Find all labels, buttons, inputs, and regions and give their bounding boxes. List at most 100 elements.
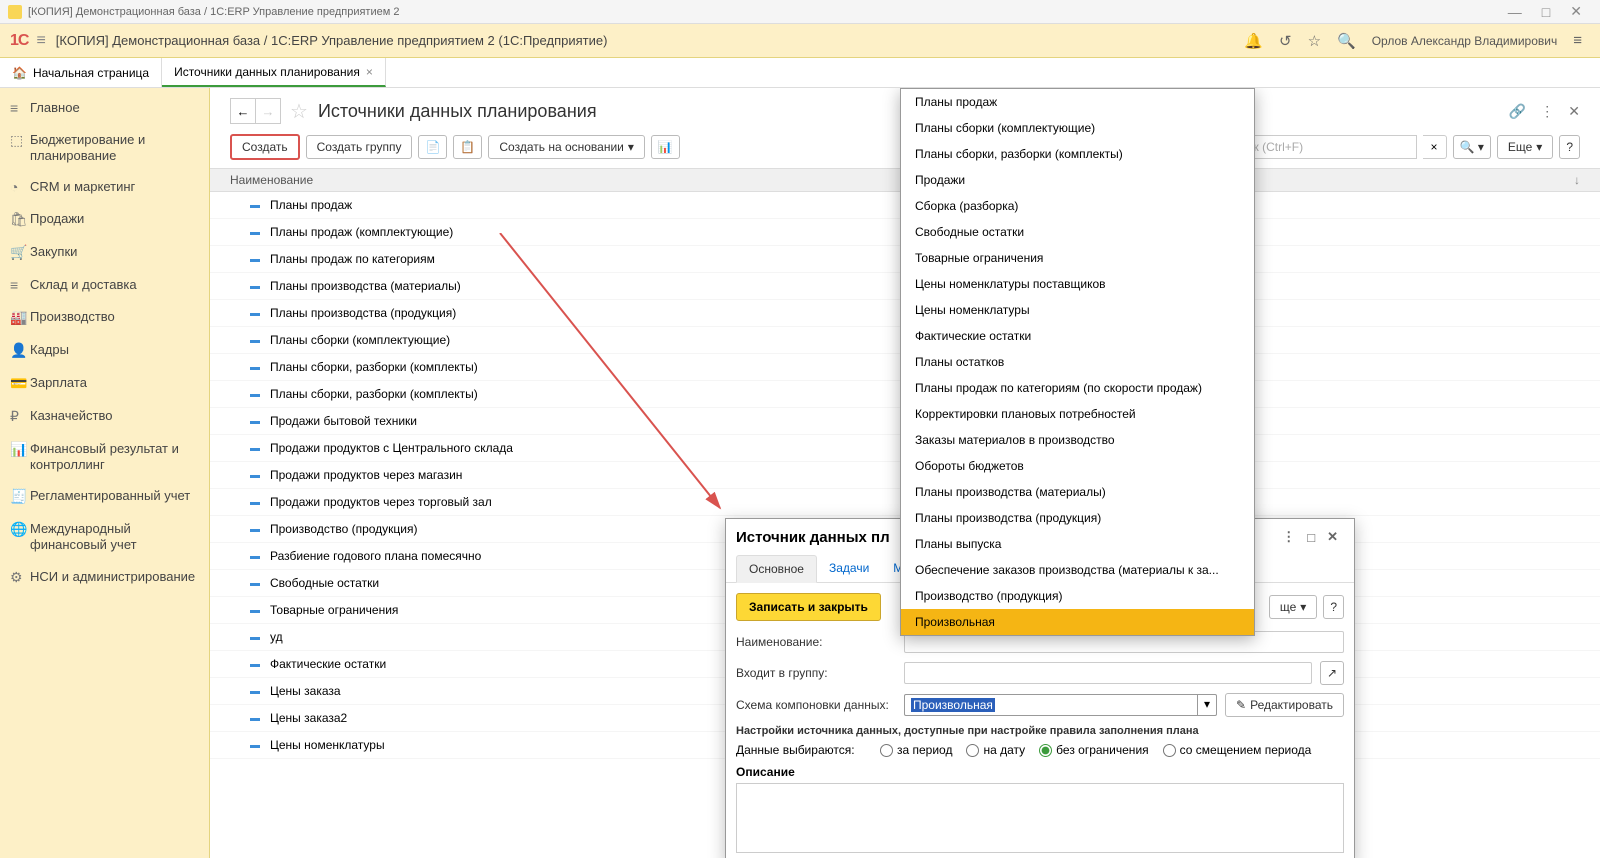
sidebar-item-label: Склад и доставка (30, 277, 199, 293)
radio-offset[interactable]: со смещением периода (1163, 743, 1312, 757)
dialog-tab-tasks[interactable]: Задачи (817, 555, 881, 582)
sidebar-item-icon: 🌐 (10, 521, 30, 538)
more-menu-icon[interactable]: ⋮ (1540, 103, 1554, 120)
dialog-menu-icon[interactable]: ⋮ (1276, 527, 1301, 547)
dropdown-option[interactable]: Обороты бюджетов (901, 453, 1254, 479)
user-name[interactable]: Орлов Александр Владимирович (1364, 34, 1566, 48)
dropdown-option[interactable]: Планы продаж по категориям (по скорости … (901, 375, 1254, 401)
create-group-button[interactable]: Создать группу (306, 135, 413, 159)
copy-button[interactable]: 📄 (418, 135, 447, 159)
sidebar-item[interactable]: ⚙НСИ и администрирование (0, 561, 209, 594)
list-button[interactable]: 📋 (453, 135, 482, 159)
sidebar-item[interactable]: 📊Финансовый результат и контроллинг (0, 433, 209, 480)
dropdown-option[interactable]: Произвольная (901, 609, 1254, 635)
row-label: Планы продаж по категориям (270, 252, 435, 266)
scheme-label: Схема компоновки данных: (736, 698, 896, 712)
sidebar-item-label: Продажи (30, 211, 199, 227)
close-page-icon[interactable]: ✕ (1568, 103, 1580, 120)
more-button[interactable]: Еще ▾ (1497, 135, 1553, 159)
forward-button[interactable]: → (255, 98, 281, 124)
settings-icon[interactable]: ≡ (1565, 28, 1590, 53)
sidebar-item-icon: ◔ (10, 179, 30, 195)
sidebar-item[interactable]: ⬚Бюджетирование и планирование (0, 124, 209, 171)
dropdown-option[interactable]: Продажи (901, 167, 1254, 193)
sidebar-item[interactable]: ◔CRM и маркетинг (0, 171, 209, 203)
dropdown-option[interactable]: Корректировки плановых потребностей (901, 401, 1254, 427)
item-icon: ▬ (250, 605, 270, 616)
row-label: Планы сборки, разборки (комплекты) (270, 387, 478, 401)
dropdown-option[interactable]: Планы выпуска (901, 531, 1254, 557)
save-close-button[interactable]: Записать и закрыть (736, 593, 881, 621)
row-label: Планы производства (продукция) (270, 306, 456, 320)
sidebar-item-icon: 💳 (10, 375, 30, 392)
tab-bar: 🏠 Начальная страница Источники данных пл… (0, 58, 1600, 88)
row-label: Продажи продуктов через торговый зал (270, 495, 492, 509)
link-icon[interactable]: 🔗 (1509, 103, 1526, 120)
scheme-select[interactable]: Произвольная (904, 694, 1198, 716)
dialog-more-button[interactable]: ще ▾ (1269, 595, 1317, 619)
dialog-maximize-icon[interactable]: □ (1301, 528, 1321, 547)
sidebar-item[interactable]: 🛍Продажи (0, 203, 209, 236)
sidebar-item-icon: 🧾 (10, 488, 30, 505)
description-input[interactable] (736, 783, 1344, 853)
radio-none[interactable]: без ограничения (1039, 743, 1148, 757)
report-button[interactable]: 📊 (651, 135, 680, 159)
dropdown-option[interactable]: Цены номенклатуры поставщиков (901, 271, 1254, 297)
create-button[interactable]: Создать (230, 134, 300, 160)
sidebar-item[interactable]: ≡Склад и доставка (0, 269, 209, 301)
dropdown-option[interactable]: Планы производства (материалы) (901, 479, 1254, 505)
back-button[interactable]: ← (230, 98, 256, 124)
dialog-tab-main[interactable]: Основное (736, 555, 817, 583)
star-icon[interactable]: ☆ (1300, 28, 1329, 54)
menu-icon[interactable]: ≡ (36, 32, 45, 50)
sidebar-item[interactable]: 🏭Производство (0, 301, 209, 334)
favorite-icon[interactable]: ☆ (290, 99, 308, 124)
history-icon[interactable]: ↺ (1271, 28, 1300, 54)
dropdown-option[interactable]: Цены номенклатуры (901, 297, 1254, 323)
radio-date[interactable]: на дату (966, 743, 1025, 757)
dropdown-option[interactable]: Планы производства (продукция) (901, 505, 1254, 531)
create-based-button[interactable]: Создать на основании ▾ (488, 135, 645, 159)
sort-icon[interactable]: ↓ (1574, 173, 1580, 187)
dropdown-option[interactable]: Сборка (разборка) (901, 193, 1254, 219)
close-button[interactable]: ✕ (1560, 1, 1592, 22)
sidebar-item[interactable]: 🛒Закупки (0, 236, 209, 269)
search-clear-button[interactable]: × (1423, 135, 1447, 159)
search-icon[interactable]: 🔍 (1329, 28, 1364, 54)
sidebar-item[interactable]: 💳Зарплата (0, 367, 209, 400)
scheme-dropdown-list[interactable]: Планы продажПланы сборки (комплектующие)… (900, 88, 1255, 636)
row-label: Фактические остатки (270, 657, 386, 671)
sidebar-item[interactable]: ≡Главное (0, 92, 209, 124)
dropdown-option[interactable]: Планы сборки, разборки (комплекты) (901, 141, 1254, 167)
minimize-button[interactable]: — (1498, 2, 1532, 22)
tab-sources[interactable]: Источники данных планирования × (162, 58, 386, 87)
radio-period[interactable]: за период (880, 743, 952, 757)
sidebar-item[interactable]: 🌐Международный финансовый учет (0, 513, 209, 560)
dropdown-option[interactable]: Производство (продукция) (901, 583, 1254, 609)
dropdown-option[interactable]: Обеспечение заказов производства (матери… (901, 557, 1254, 583)
dialog-help-button[interactable]: ? (1323, 595, 1344, 619)
group-input[interactable] (904, 662, 1312, 684)
sidebar-item[interactable]: 🧾Регламентированный учет (0, 480, 209, 513)
header-title: [КОПИЯ] Демонстрационная база / 1С:ERP У… (56, 33, 1237, 48)
tab-close-icon[interactable]: × (366, 65, 373, 79)
dropdown-option[interactable]: Товарные ограничения (901, 245, 1254, 271)
maximize-button[interactable]: □ (1532, 2, 1560, 22)
dropdown-option[interactable]: Планы сборки (комплектующие) (901, 115, 1254, 141)
scheme-dropdown-button[interactable]: ▾ (1198, 694, 1217, 716)
search-go-button[interactable]: 🔍 ▾ (1453, 135, 1491, 159)
dropdown-option[interactable]: Заказы материалов в производство (901, 427, 1254, 453)
sidebar-item[interactable]: ₽Казначейство (0, 400, 209, 433)
dropdown-option[interactable]: Фактические остатки (901, 323, 1254, 349)
tab-home[interactable]: 🏠 Начальная страница (0, 58, 162, 87)
edit-button[interactable]: ✎ Редактировать (1225, 693, 1344, 717)
dialog-close-icon[interactable]: ✕ (1321, 527, 1344, 547)
sidebar-item[interactable]: 👤Кадры (0, 334, 209, 367)
group-select-button[interactable]: ↗ (1320, 661, 1344, 685)
dropdown-option[interactable]: Планы продаж (901, 89, 1254, 115)
dropdown-option[interactable]: Свободные остатки (901, 219, 1254, 245)
dropdown-option[interactable]: Планы остатков (901, 349, 1254, 375)
bell-icon[interactable]: 🔔 (1236, 28, 1271, 54)
page-title: Источники данных планирования (318, 101, 597, 122)
help-button[interactable]: ? (1559, 135, 1580, 159)
